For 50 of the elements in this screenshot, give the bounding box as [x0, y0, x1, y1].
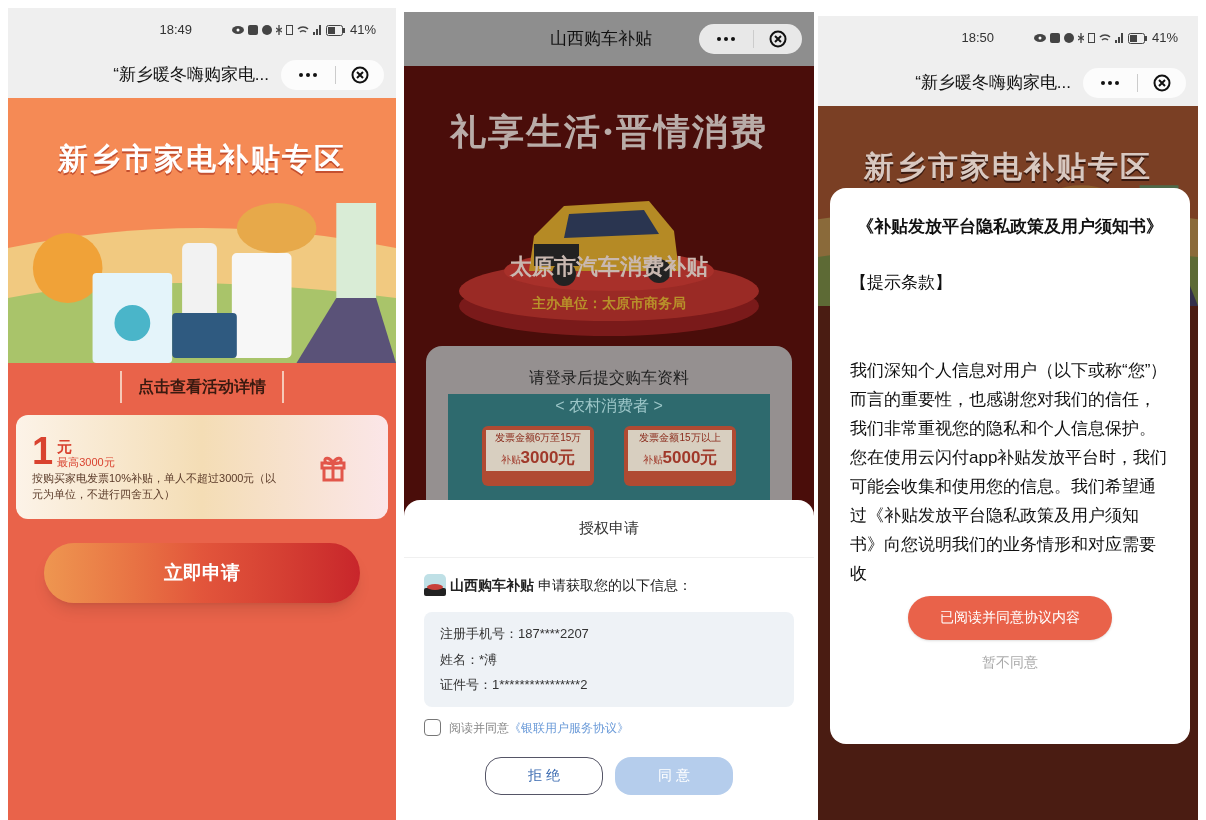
page-title: “新乡暖冬嗨购家电... — [915, 72, 1071, 95]
login-card-title: 请登录后提交购车资料 — [529, 368, 689, 388]
eye-icon — [231, 25, 244, 35]
bluetooth-icon — [1077, 33, 1084, 43]
coupon-cap: 最高3000元 — [57, 456, 115, 470]
status-time: 18:49 — [159, 21, 192, 40]
apply-button[interactable]: 立即申请 — [44, 543, 360, 603]
wifi-icon — [296, 25, 309, 35]
wifi-icon — [1098, 33, 1111, 43]
agreement-link[interactable]: 《银联用户服务协议》 — [509, 718, 629, 737]
request-text: 山西购车补贴 申请获取您的以下信息： — [450, 575, 692, 595]
offer-condition: 发票金额15万以上 — [628, 430, 732, 445]
signal-icon — [1114, 33, 1124, 43]
reject-button[interactable]: 拒 绝 — [485, 756, 603, 795]
agreement-text: 阅读并同意 — [449, 719, 509, 737]
agree-checkbox[interactable] — [424, 719, 441, 736]
coupon-amount: 1 — [32, 432, 54, 470]
accept-button[interactable]: 已阅读并同意协议内容 — [908, 595, 1112, 640]
battery-icon — [325, 24, 346, 36]
dialog-body: 我们深知个人信息对用户（以下或称“您”）而言的重要性，也感谢您对我们的信任，我们非常重视您的隐私和个人信息保护。您在使用云闪付app补贴发放平台时，我们可能会收集和使用您的信息。我们希望通过《补贴发放平台隐私政策及用户须知书》向您说明我们的业务情形和对应需要收 — [850, 359, 1169, 585]
coupon-unit: 元 — [57, 437, 74, 457]
offer-amount: 补贴5000元 — [628, 445, 732, 471]
decline-button[interactable]: 暂不同意 — [982, 651, 1038, 673]
signal-icon — [312, 25, 322, 35]
vibrate-icon — [1087, 33, 1095, 43]
battery-level: 41% — [349, 21, 376, 40]
info-field: 姓名：*溥 — [440, 649, 778, 669]
battery-icon — [1127, 32, 1148, 44]
banner-title: 新乡市家电补贴专区 — [864, 149, 1152, 185]
page-title: 山西购车补贴 — [550, 28, 652, 51]
offer-condition: 发票金额6万至15万 — [486, 430, 590, 445]
banner-title: 新乡市家电补贴专区 — [58, 141, 346, 177]
page-title: “新乡暖冬嗨购家电... — [113, 64, 269, 87]
banner-slogan: 礼享生活·晋情消费 — [449, 109, 769, 154]
dialog-heading: 【提示条款】 — [850, 272, 953, 294]
details-link[interactable]: 点击查看活动详情 — [120, 371, 284, 403]
battery-level: 41% — [1151, 29, 1178, 48]
dialog-title: 《补贴发放平台隐私政策及用户须知书》 — [856, 216, 1164, 238]
app-icon — [424, 574, 446, 596]
banner-organizer: 主办单位：太原市商务局 — [532, 294, 686, 313]
status-time: 18:50 — [961, 29, 994, 48]
consumer-tab[interactable]: < 农村消费者 > — [555, 394, 663, 418]
bluetooth-icon — [275, 25, 282, 35]
eye-icon — [1033, 33, 1046, 43]
sheet-title: 授权申请 — [579, 518, 639, 539]
vibrate-icon — [285, 25, 293, 35]
offer-amount: 补贴3000元 — [486, 445, 590, 471]
info-field: 注册手机号：187****2207 — [440, 624, 778, 644]
info-field: 证件号：1****************2 — [440, 675, 778, 695]
coupon-description: 按购买家电发票10%补贴，单人不超过3000元（以元为单位，不进行四舍五入） — [32, 471, 278, 502]
